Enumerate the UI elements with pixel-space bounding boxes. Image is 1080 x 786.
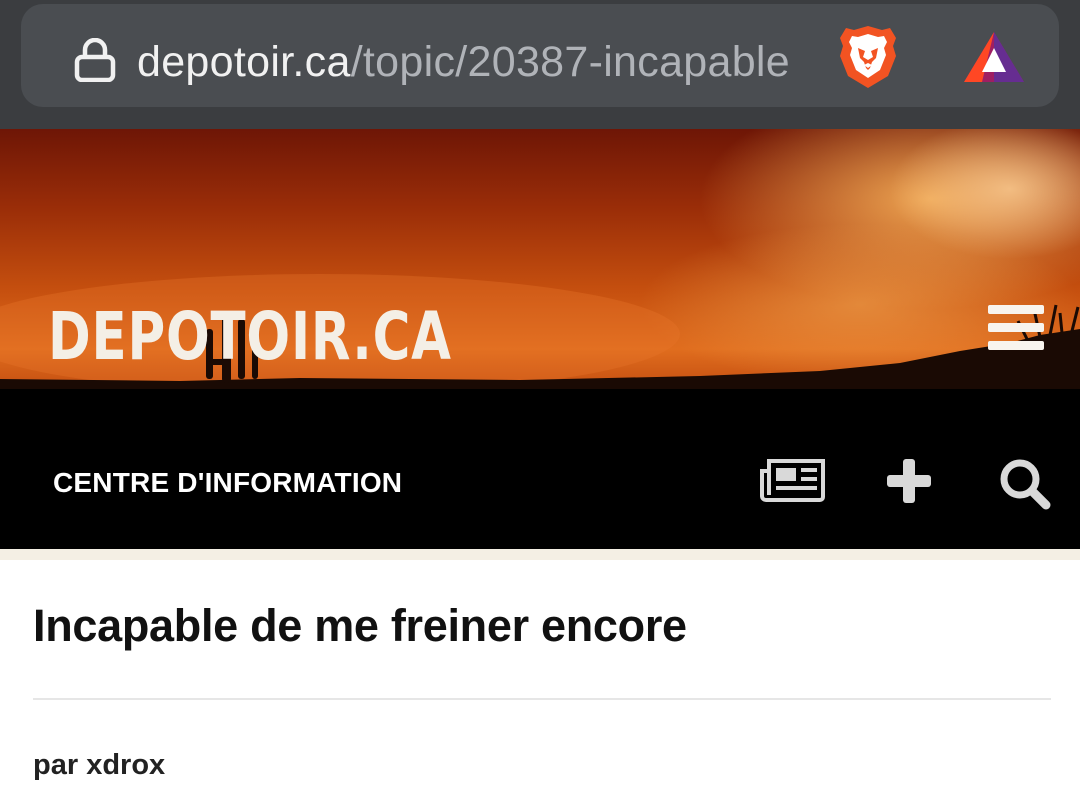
nav-bar: CENTRE D'INFORMATION [0,389,1080,549]
bat-rewards-icon[interactable] [962,30,1026,84]
site-logo[interactable]: DEPOTOIR.CA [48,297,452,377]
author-prefix: par [33,749,79,781]
browser-toolbar: depotoir.ca/topic/20387-incapable [0,0,1080,129]
brave-shield-icon[interactable] [838,24,898,90]
address-bar[interactable]: depotoir.ca/topic/20387-incapable [21,4,1059,107]
topic-title: Incapable de me freiner encore [33,600,687,651]
title-divider [33,698,1051,700]
nav-section-title[interactable]: CENTRE D'INFORMATION [53,467,402,499]
url-domain: depotoir.ca [137,38,351,86]
lock-icon [74,38,116,82]
divider-strip [0,549,1080,560]
url-text[interactable]: depotoir.ca/topic/20387-incapable [137,34,827,90]
hamburger-menu-icon[interactable] [988,305,1044,351]
plus-icon[interactable] [885,457,933,505]
author-name[interactable]: xdrox [86,749,165,781]
news-icon[interactable] [759,457,827,503]
author-line: par xdrox [33,744,165,786]
search-icon[interactable] [996,455,1052,511]
url-path: /topic/20387-incapable [350,38,790,86]
hero-banner: DEPOTOIR.CA [0,129,1080,391]
